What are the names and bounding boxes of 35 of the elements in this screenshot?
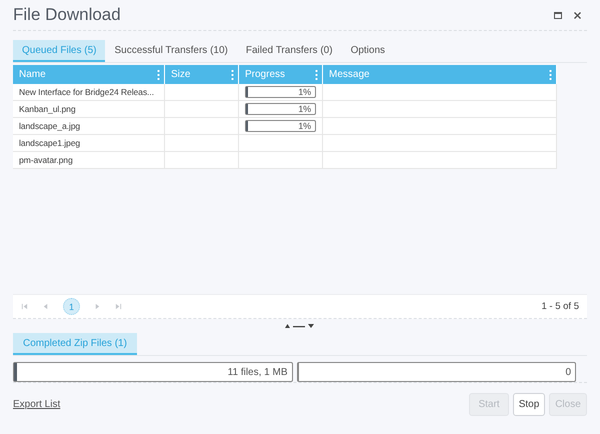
tab[interactable]: Options: [342, 40, 394, 62]
column-menu-icon[interactable]: [231, 70, 234, 80]
progress-reading: 0: [565, 366, 572, 378]
column-menu-icon[interactable]: [157, 70, 160, 80]
table-cell: Kanban_ul.png: [13, 101, 165, 118]
progress-reading: 1%: [298, 87, 312, 97]
last-page-icon[interactable]: [115, 303, 122, 310]
column-header[interactable]: Name: [13, 65, 165, 84]
progress-reading: 11 files, 1 MB: [228, 366, 288, 378]
page-range: 1 - 5 of 5: [542, 301, 579, 312]
progress-reading: 1%: [298, 121, 312, 131]
table-cell: landscape1.jpeg: [13, 135, 165, 152]
tab[interactable]: Failed Transfers (0): [236, 40, 342, 62]
progress-reading: 1%: [298, 104, 312, 114]
previous-page-icon[interactable]: [42, 303, 49, 310]
table-cell: New Interface for Bridge24 Releas...: [13, 84, 165, 101]
column-header[interactable]: Message: [323, 65, 557, 84]
first-page-icon[interactable]: [21, 303, 28, 310]
tab[interactable]: Successful Transfers (10): [105, 40, 237, 62]
page-button[interactable]: 1: [63, 298, 80, 315]
window-title: File Download: [13, 5, 122, 25]
maximize-icon[interactable]: [554, 12, 562, 18]
tab[interactable]: Completed Zip Files (1): [13, 333, 137, 355]
export-list-link[interactable]: Export List: [13, 399, 465, 410]
splitter-handle-icon[interactable]: [285, 323, 315, 329]
table-cell: pm-avatar.png: [13, 152, 165, 169]
column-menu-icon[interactable]: [549, 70, 552, 80]
footer-button[interactable]: Stop: [513, 393, 545, 416]
column-header[interactable]: Progress: [239, 65, 323, 84]
tab[interactable]: Queued Files (5): [13, 40, 106, 62]
column-menu-icon[interactable]: [315, 70, 318, 80]
table-cell: landscape_a.jpg: [13, 118, 165, 135]
close-icon[interactable]: [574, 12, 581, 18]
column-header[interactable]: Size: [165, 65, 239, 84]
next-page-icon[interactable]: [94, 303, 101, 310]
